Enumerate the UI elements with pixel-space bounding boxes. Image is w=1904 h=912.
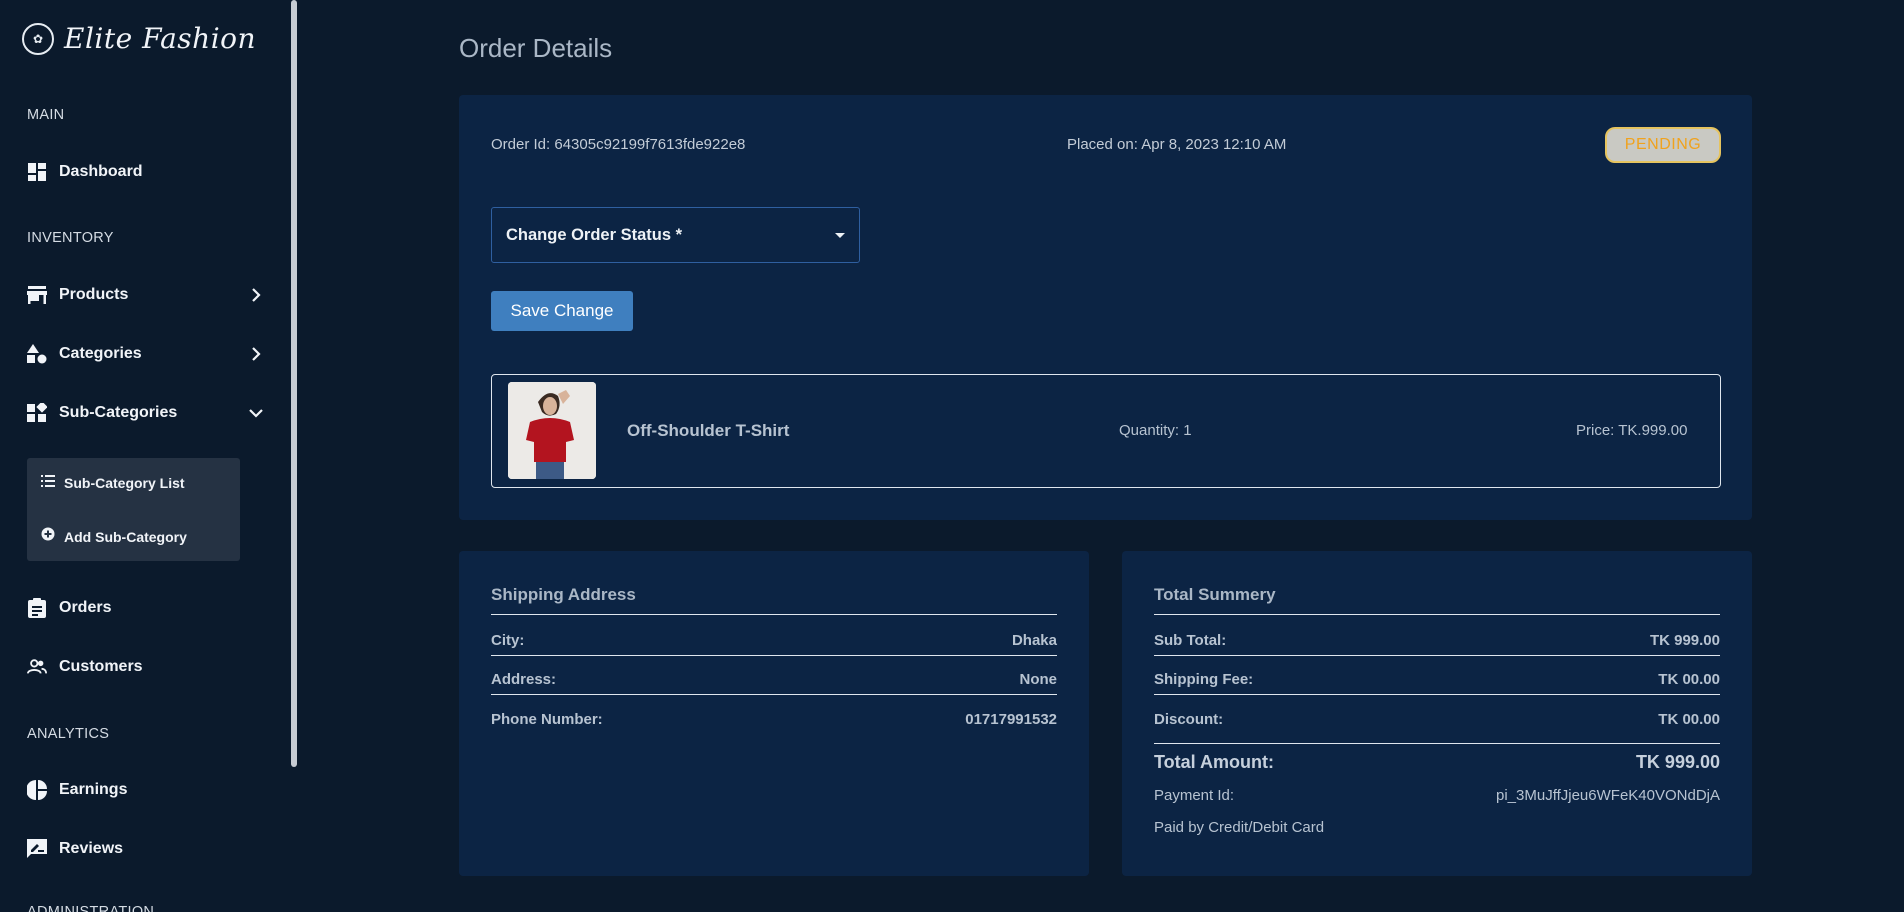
row-label: Address: bbox=[491, 671, 557, 688]
row-value: 01717991532 bbox=[965, 710, 1057, 728]
store-icon bbox=[27, 285, 47, 305]
sidebar-item-label: Earnings bbox=[59, 781, 128, 798]
row-value: TK 00.00 bbox=[1658, 671, 1720, 688]
shipping-address-card: Shipping Address City: Dhaka Address: No… bbox=[459, 551, 1089, 876]
summary-row-shipping-fee: Shipping Fee: TK 00.00 bbox=[1154, 665, 1720, 695]
summary-row-payment-id: Payment Id: pi_3MuJffJjeu6WFeK40VONdDjA bbox=[1154, 780, 1720, 810]
sidebar-item-label: Sub-Categories bbox=[59, 404, 178, 421]
sidebar-item-dashboard[interactable]: Dashboard bbox=[27, 158, 265, 186]
shipping-row-phone: Phone Number: 01717991532 bbox=[491, 704, 1057, 734]
summary-title: Total Summery bbox=[1154, 585, 1720, 615]
submenu-item-add-subcategory[interactable]: Add Sub-Category bbox=[41, 527, 187, 546]
save-change-button[interactable]: Save Change bbox=[491, 291, 633, 331]
brand-name: Elite Fashion bbox=[64, 22, 257, 55]
sidebar-item-products[interactable]: Products bbox=[27, 281, 265, 309]
sidebar-item-customers[interactable]: Customers bbox=[27, 653, 265, 681]
list-icon bbox=[41, 474, 55, 492]
people-icon bbox=[27, 657, 47, 677]
product-quantity: Quantity: 1 bbox=[1119, 422, 1192, 439]
sidebar: ✿ Elite Fashion MAIN Dashboard INVENTORY… bbox=[0, 0, 292, 912]
total-summary-card: Total Summery Sub Total: TK 999.00 Shipp… bbox=[1122, 551, 1752, 876]
order-item-row: Off-Shoulder T-Shirt Quantity: 1 Price: … bbox=[491, 374, 1721, 488]
sidebar-item-label: Reviews bbox=[59, 840, 124, 857]
summary-row-total: Total Amount: TK 999.00 bbox=[1154, 747, 1720, 777]
row-value: None bbox=[1019, 671, 1058, 688]
brand-logo[interactable]: ✿ Elite Fashion bbox=[22, 22, 256, 55]
sidebar-item-categories[interactable]: Categories bbox=[27, 340, 265, 368]
sidebar-item-label: Products bbox=[59, 286, 129, 303]
chevron-down-icon bbox=[247, 404, 265, 422]
row-label: Discount: bbox=[1154, 710, 1224, 728]
sidebar-item-orders[interactable]: Orders bbox=[27, 594, 265, 622]
row-value: TK 00.00 bbox=[1658, 710, 1720, 728]
caret-down-icon bbox=[835, 232, 845, 238]
row-label: Phone Number: bbox=[491, 710, 603, 728]
chevron-right-icon bbox=[247, 345, 265, 363]
shapes-icon bbox=[27, 344, 47, 364]
submenu-item-label: Add Sub-Category bbox=[64, 528, 187, 545]
order-card: Order Id: 64305c92199f7613fde922e8 Place… bbox=[459, 95, 1752, 520]
summary-row-discount: Discount: TK 00.00 bbox=[1154, 704, 1720, 734]
brand-emblem-icon: ✿ bbox=[22, 22, 54, 55]
payment-label: Payment Id: bbox=[1154, 786, 1235, 804]
sidebar-item-label: Customers bbox=[59, 658, 143, 675]
section-inventory: INVENTORY bbox=[27, 230, 114, 246]
product-price: Price: TK.999.00 bbox=[1576, 422, 1688, 439]
submenu-item-subcategory-list[interactable]: Sub-Category List bbox=[41, 474, 185, 492]
row-label: Shipping Fee: bbox=[1154, 671, 1254, 688]
sidebar-item-subcategories[interactable]: Sub-Categories bbox=[27, 399, 265, 427]
sidebar-item-label: Orders bbox=[59, 599, 112, 616]
payment-method: Paid by Credit/Debit Card bbox=[1154, 819, 1325, 836]
summary-row-subtotal: Sub Total: TK 999.00 bbox=[1154, 626, 1720, 656]
product-image bbox=[508, 382, 596, 479]
shipping-row-city: City: Dhaka bbox=[491, 626, 1057, 656]
sidebar-item-earnings[interactable]: Earnings bbox=[27, 776, 265, 804]
row-value: Dhaka bbox=[1011, 632, 1057, 649]
order-status-select-label: Change Order Status * bbox=[506, 225, 683, 244]
order-id: Order Id: 64305c92199f7613fde922e8 bbox=[491, 136, 746, 153]
total-label: Total Amount: bbox=[1154, 751, 1274, 772]
row-label: City: bbox=[491, 632, 525, 649]
row-value: TK 999.00 bbox=[1649, 632, 1720, 649]
payment-value: pi_3MuJffJjeu6WFeK40VONdDjA bbox=[1496, 786, 1720, 804]
add-circle-icon bbox=[41, 527, 55, 546]
widgets-icon bbox=[27, 403, 47, 423]
sidebar-item-label: Categories bbox=[59, 345, 142, 362]
product-name: Off-Shoulder T-Shirt bbox=[627, 421, 790, 440]
submenu-item-label: Sub-Category List bbox=[64, 475, 185, 491]
section-main: MAIN bbox=[27, 107, 65, 123]
summary-divider bbox=[1154, 743, 1720, 744]
row-label: Sub Total: bbox=[1154, 632, 1227, 649]
order-placed-date: Placed on: Apr 8, 2023 12:10 AM bbox=[1067, 136, 1287, 153]
order-status-select[interactable]: Change Order Status * bbox=[491, 207, 860, 263]
clipboard-icon bbox=[27, 598, 47, 618]
total-value: TK 999.00 bbox=[1635, 751, 1720, 772]
shipping-title: Shipping Address bbox=[491, 585, 1057, 615]
chevron-right-icon bbox=[247, 286, 265, 304]
status-badge: PENDING bbox=[1605, 127, 1721, 163]
shipping-row-address: Address: None bbox=[491, 665, 1057, 695]
section-administration: ADMINISTRATION bbox=[27, 904, 155, 912]
sidebar-scrollbar[interactable] bbox=[291, 0, 297, 767]
section-analytics: ANALYTICS bbox=[27, 726, 110, 742]
sidebar-item-reviews[interactable]: Reviews bbox=[27, 835, 265, 863]
pie-chart-icon bbox=[27, 780, 47, 800]
dashboard-icon bbox=[27, 162, 47, 182]
page-title: Order Details bbox=[459, 33, 613, 63]
subcategory-submenu: Sub-Category List Add Sub-Category bbox=[27, 458, 240, 561]
rate-review-icon bbox=[27, 839, 47, 859]
sidebar-item-label: Dashboard bbox=[59, 163, 143, 180]
